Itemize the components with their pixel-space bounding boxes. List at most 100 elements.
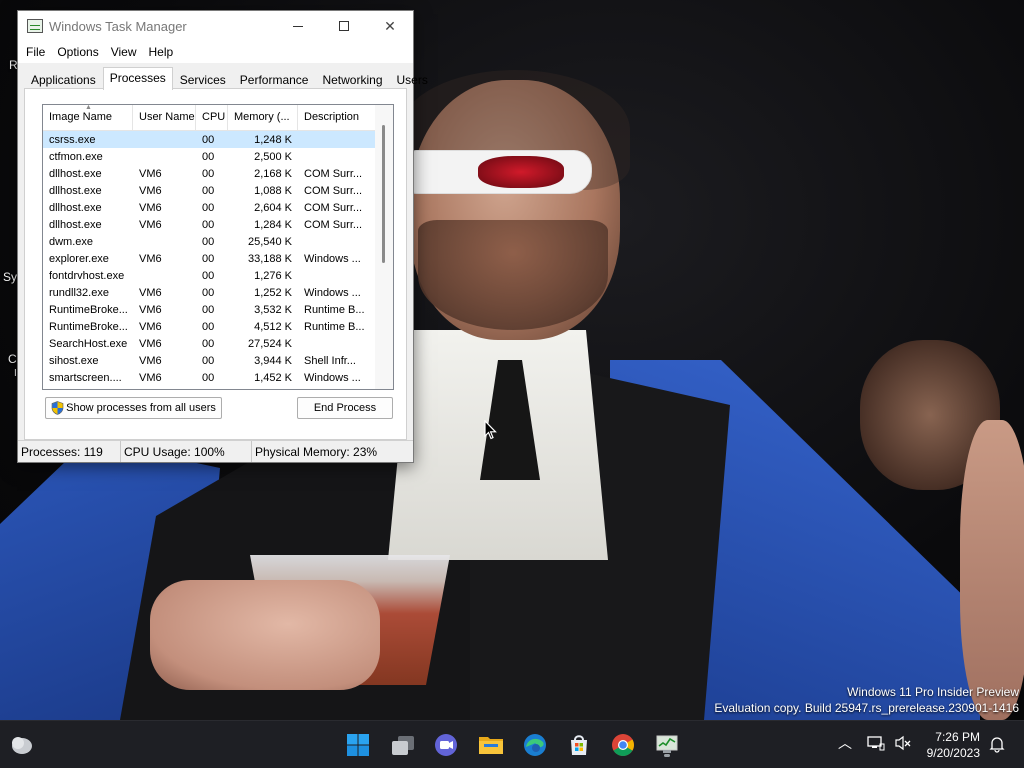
scrollbar-thumb[interactable]: [382, 125, 385, 263]
cell-cpu: 00: [202, 150, 215, 163]
column-memory[interactable]: Memory (...: [228, 105, 298, 130]
chrome-icon: [612, 734, 634, 756]
menu-view[interactable]: View: [105, 45, 143, 59]
cell-cpu: 00: [202, 269, 215, 282]
cell-memory: 3,532 K: [254, 303, 292, 316]
cell-user-name: VM6: [139, 320, 162, 333]
running-indicator: [664, 754, 670, 757]
wallpaper-shape: [960, 420, 1024, 720]
cell-user-name: VM6: [139, 354, 162, 367]
cell-memory: 1,452 K: [254, 371, 292, 384]
column-user-name[interactable]: User Name: [133, 105, 196, 130]
cell-cpu: 00: [202, 354, 215, 367]
volume-muted-icon[interactable]: [894, 735, 912, 751]
notifications-bell-icon[interactable]: [988, 735, 1006, 753]
watermark-edition: Windows 11 Pro Insider Preview: [847, 685, 1019, 699]
table-row[interactable]: SearchHost.exe VM6 00 27,524 K: [43, 335, 375, 352]
table-row[interactable]: ctfmon.exe 00 2,500 K: [43, 148, 375, 165]
file-explorer-button[interactable]: [477, 731, 505, 759]
cell-cpu: 00: [202, 337, 215, 350]
table-row[interactable]: smartscreen.... VM6 00 1,452 K Windows ...: [43, 369, 375, 386]
process-list[interactable]: ▲ Image Name User Name CPU Memory (... D…: [42, 104, 394, 390]
start-button[interactable]: [344, 731, 372, 759]
cell-description: COM Surr...: [304, 184, 363, 197]
cell-cpu: 00: [202, 371, 215, 384]
table-row[interactable]: dllhost.exe VM6 00 1,088 K COM Surr...: [43, 182, 375, 199]
widgets-weather-icon[interactable]: [8, 731, 36, 759]
system-clock[interactable]: 7:26 PM 9/20/2023: [927, 729, 980, 761]
maximize-icon: [339, 21, 349, 31]
menu-help[interactable]: Help: [143, 45, 180, 59]
table-row[interactable]: explorer.exe VM6 00 33,188 K Windows ...: [43, 250, 375, 267]
cell-image-name: fontdrvhost.exe: [49, 269, 125, 282]
desktop-icon-label[interactable]: C: [8, 352, 17, 366]
task-manager-taskbar-button[interactable]: [653, 731, 681, 759]
cell-memory: 25,540 K: [247, 235, 292, 248]
cell-image-name: dllhost.exe: [49, 167, 102, 180]
cell-user-name: VM6: [139, 337, 162, 350]
show-all-processes-button[interactable]: Show processes from all users: [45, 397, 222, 419]
taskbar: ︿ 7:26 PM 9/20/2023: [0, 720, 1024, 768]
cell-user-name: VM6: [139, 218, 162, 231]
sort-ascending-icon: ▲: [85, 104, 92, 111]
cell-memory: 1,276 K: [254, 269, 292, 282]
close-button[interactable]: ✕: [367, 11, 413, 41]
tab-processes[interactable]: Processes: [102, 67, 173, 90]
cell-memory: 2,500 K: [254, 150, 292, 163]
tab-services[interactable]: Services: [173, 69, 233, 90]
task-view-button[interactable]: [389, 731, 417, 759]
table-row[interactable]: dllhost.exe VM6 00 1,284 K COM Surr...: [43, 216, 375, 233]
task-manager-window[interactable]: Windows Task Manager ✕ File Options View…: [17, 10, 428, 463]
cell-memory: 2,168 K: [254, 167, 292, 180]
table-row[interactable]: dwm.exe 00 25,540 K: [43, 233, 375, 250]
cell-cpu: 00: [202, 320, 215, 333]
cell-description: Runtime B...: [304, 320, 365, 333]
menu-bar: File Options View Help: [18, 41, 413, 63]
tab-users[interactable]: Users: [390, 69, 435, 90]
menu-options[interactable]: Options: [51, 45, 104, 59]
minimize-button[interactable]: [275, 11, 321, 41]
cell-memory: 1,248 K: [254, 133, 292, 146]
end-process-button[interactable]: End Process: [297, 397, 393, 419]
tab-applications[interactable]: Applications: [24, 69, 103, 90]
table-row[interactable]: RuntimeBroke... VM6 00 4,512 K Runtime B...: [43, 318, 375, 335]
table-row[interactable]: fontdrvhost.exe 00 1,276 K: [43, 267, 375, 284]
microsoft-store-button[interactable]: [565, 731, 593, 759]
cell-memory: 1,088 K: [254, 184, 292, 197]
cell-cpu: 00: [202, 184, 215, 197]
status-process-count: Processes: 119: [18, 441, 121, 462]
cell-cpu: 00: [202, 286, 215, 299]
column-cpu[interactable]: CPU: [196, 105, 228, 130]
status-bar: Processes: 119 CPU Usage: 100% Physical …: [18, 440, 413, 462]
table-row[interactable]: rundll32.exe VM6 00 1,252 K Windows ...: [43, 284, 375, 301]
tab-networking[interactable]: Networking: [315, 69, 389, 90]
cell-user-name: VM6: [139, 286, 162, 299]
close-icon: ✕: [384, 17, 396, 34]
cell-memory: 4,512 K: [254, 320, 292, 333]
file-explorer-icon: [479, 737, 503, 754]
network-icon[interactable]: [867, 735, 885, 751]
cell-cpu: 00: [202, 218, 215, 231]
cell-cpu: 00: [202, 252, 215, 265]
uac-shield-icon: [51, 401, 64, 415]
show-hidden-icons-chevron-icon[interactable]: ︿: [838, 733, 852, 753]
cell-description: Shell Infr...: [304, 354, 356, 367]
cell-image-name: ctfmon.exe: [49, 150, 103, 163]
table-row[interactable]: dllhost.exe VM6 00 2,168 K COM Surr...: [43, 165, 375, 182]
cell-image-name: RuntimeBroke...: [49, 303, 128, 316]
process-list-header: ▲ Image Name User Name CPU Memory (... D…: [43, 105, 393, 131]
table-row[interactable]: dllhost.exe VM6 00 2,604 K COM Surr...: [43, 199, 375, 216]
tab-performance[interactable]: Performance: [233, 69, 316, 90]
table-row[interactable]: sihost.exe VM6 00 3,944 K Shell Infr...: [43, 352, 375, 369]
vertical-scrollbar[interactable]: [375, 105, 393, 389]
maximize-button[interactable]: [321, 11, 367, 41]
task-manager-app-icon: [27, 19, 43, 33]
menu-file[interactable]: File: [20, 45, 51, 59]
table-row[interactable]: csrss.exe 00 1,248 K: [43, 131, 375, 148]
edge-button[interactable]: [521, 731, 549, 759]
title-bar[interactable]: Windows Task Manager ✕: [18, 11, 413, 41]
column-description[interactable]: Description: [298, 105, 371, 130]
teams-chat-button[interactable]: [432, 731, 460, 759]
table-row[interactable]: RuntimeBroke... VM6 00 3,532 K Runtime B...: [43, 301, 375, 318]
chrome-button[interactable]: [609, 731, 637, 759]
